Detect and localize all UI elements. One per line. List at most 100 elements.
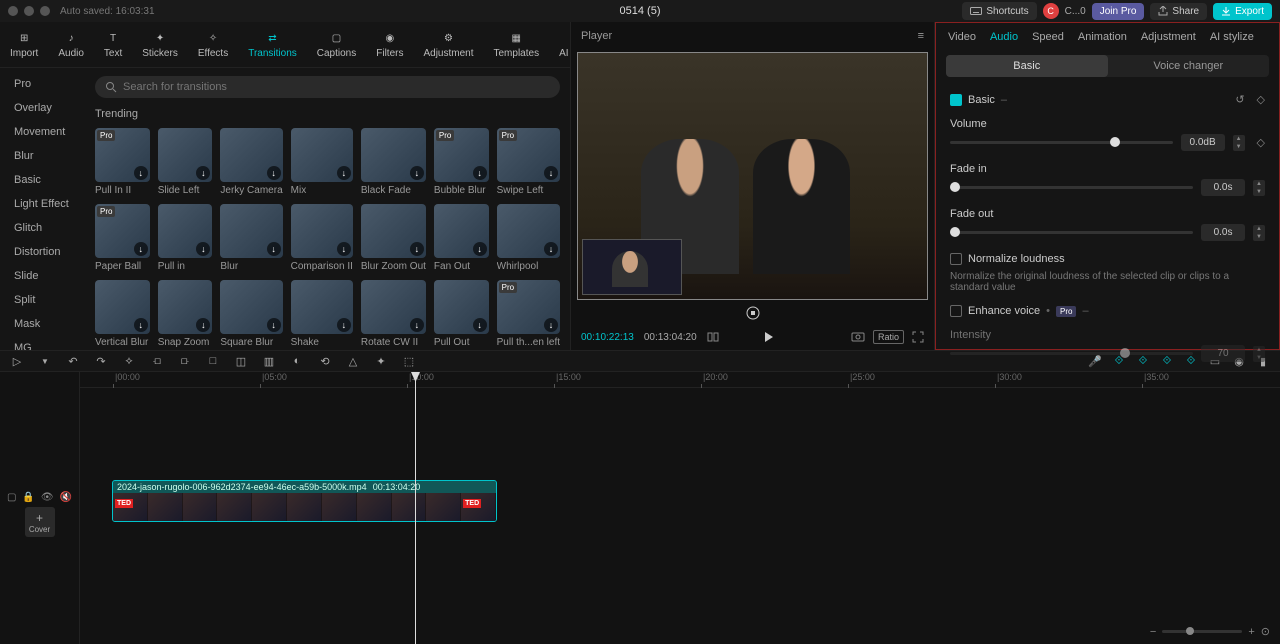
inspector-tab-animation[interactable]: Animation	[1078, 31, 1127, 43]
download-icon[interactable]: ↓	[267, 166, 281, 180]
fade-in-value[interactable]: 0.0s	[1201, 179, 1245, 196]
inspector-tab-adjustment[interactable]: Adjustment	[1141, 31, 1196, 43]
track-lock-icon[interactable]: 🔒	[22, 492, 34, 503]
download-icon[interactable]: ↓	[473, 242, 487, 256]
normalize-checkbox[interactable]	[950, 253, 962, 265]
share-button[interactable]: Share	[1150, 3, 1207, 20]
record-stop-icon[interactable]	[746, 306, 760, 320]
transition-comparison-ii[interactable]: ↓Comparison II	[291, 204, 353, 272]
download-icon[interactable]: ↓	[410, 242, 424, 256]
download-icon[interactable]: ↓	[544, 242, 558, 256]
fade-out-value[interactable]: 0.0s	[1201, 224, 1245, 241]
tab-audio[interactable]: ♪Audio	[48, 26, 94, 63]
download-icon[interactable]: ↓	[267, 242, 281, 256]
download-icon[interactable]: ↓	[337, 242, 351, 256]
download-icon[interactable]: ↓	[196, 318, 210, 332]
download-icon[interactable]: ↓	[134, 318, 148, 332]
crop-button[interactable]: ◫	[234, 355, 248, 368]
volume-keyframe-icon[interactable]: ◇	[1257, 136, 1265, 149]
download-icon[interactable]: ↓	[196, 166, 210, 180]
fade-out-slider[interactable]	[950, 231, 1193, 234]
delete-button[interactable]: □	[206, 355, 220, 367]
undo-button[interactable]: ↶	[66, 355, 80, 368]
transition-black-fade[interactable]: ↓Black Fade	[361, 128, 426, 196]
download-icon[interactable]: ↓	[337, 318, 351, 332]
crop-tool-button[interactable]: ⬚	[402, 355, 416, 368]
tab-text[interactable]: TText	[94, 26, 132, 63]
zoom-fit-icon[interactable]: ⊙	[1261, 625, 1270, 638]
subtab-voice-changer[interactable]: Voice changer	[1108, 55, 1270, 77]
download-icon[interactable]: ↓	[267, 318, 281, 332]
basic-checkbox[interactable]	[950, 94, 962, 106]
sidebar-item-split[interactable]: Split	[0, 288, 85, 312]
transition-snap-zoom[interactable]: ↓Snap Zoom	[158, 280, 213, 348]
traffic-close[interactable]	[8, 6, 18, 16]
avatar[interactable]: C	[1043, 3, 1059, 19]
inspector-tab-video[interactable]: Video	[948, 31, 976, 43]
inspector-tab-ai-stylize[interactable]: AI stylize	[1210, 31, 1254, 43]
traffic-max[interactable]	[40, 6, 50, 16]
freeze-button[interactable]: ✦	[374, 355, 388, 368]
download-icon[interactable]: ↓	[196, 242, 210, 256]
tab-transitions[interactable]: ⇄Transitions	[238, 26, 307, 63]
transition-blur-zoom-out[interactable]: ↓Blur Zoom Out	[361, 204, 426, 272]
download-icon[interactable]: ↓	[473, 318, 487, 332]
download-icon[interactable]: ↓	[134, 242, 148, 256]
sidebar-item-distortion[interactable]: Distortion	[0, 240, 85, 264]
download-icon[interactable]: ↓	[134, 166, 148, 180]
tab-import[interactable]: ⊞Import	[0, 26, 48, 63]
download-icon[interactable]: ↓	[544, 166, 558, 180]
transition-pull-th-en-left[interactable]: Pro↓Pull th...en left	[497, 280, 560, 348]
sidebar-item-mask[interactable]: Mask	[0, 312, 85, 336]
subtab-basic[interactable]: Basic	[946, 55, 1108, 77]
tab-stickers[interactable]: ✦Stickers	[132, 26, 188, 63]
track-mute-icon[interactable]: 🔇	[60, 492, 72, 503]
download-icon[interactable]: ↓	[410, 318, 424, 332]
download-icon[interactable]: ↓	[473, 166, 487, 180]
fullscreen-icon[interactable]	[912, 331, 924, 343]
search-input[interactable]	[123, 81, 550, 93]
reverse-button[interactable]: ⟲	[318, 355, 332, 368]
transition-blur[interactable]: ↓Blur	[220, 204, 282, 272]
volume-slider[interactable]	[950, 141, 1173, 144]
pointer-tool[interactable]: ▷	[10, 355, 24, 368]
shortcuts-button[interactable]: Shortcuts	[962, 2, 1036, 20]
transition-pull-in[interactable]: ↓Pull in	[158, 204, 213, 272]
redo-button[interactable]: ↷	[94, 355, 108, 368]
player-menu-icon[interactable]: ≡	[918, 30, 924, 42]
playhead[interactable]	[415, 372, 416, 644]
transition-bubble-blur[interactable]: Pro↓Bubble Blur	[434, 128, 489, 196]
track-eye-icon[interactable]: 👁	[41, 492, 54, 503]
zoom-slider[interactable]	[1162, 630, 1242, 633]
traffic-min[interactable]	[24, 6, 34, 16]
timeline-clip[interactable]: 2024-jason-rugolo-006-962d2374-ee94-46ec…	[112, 480, 497, 522]
transition-swipe-left[interactable]: Pro↓Swipe Left	[497, 128, 560, 196]
keyframe-icon[interactable]: ◇	[1257, 93, 1265, 106]
dropdown-icon[interactable]: ▼	[38, 357, 52, 366]
transition-vertical-blur[interactable]: ↓Vertical Blur	[95, 280, 150, 348]
export-button[interactable]: Export	[1213, 3, 1272, 20]
sidebar-item-pro[interactable]: Pro	[0, 72, 85, 96]
split-button[interactable]: ⟡	[122, 355, 136, 368]
zoom-in-icon[interactable]: +	[1248, 626, 1254, 638]
split-left-button[interactable]: ⟤	[150, 355, 164, 368]
transition-whirlpool[interactable]: ↓Whirlpool	[497, 204, 560, 272]
player-canvas[interactable]	[577, 52, 928, 300]
transition-pull-out[interactable]: ↓Pull Out	[434, 280, 489, 348]
tab-templates[interactable]: ▦Templates	[484, 26, 550, 63]
tab-captions[interactable]: ▢Captions	[307, 26, 366, 63]
transition-square-blur[interactable]: ↓Square Blur	[220, 280, 282, 348]
cover-button[interactable]: + Cover	[25, 507, 55, 537]
fade-in-stepper[interactable]: ▲▼	[1253, 180, 1265, 196]
download-icon[interactable]: ↓	[337, 166, 351, 180]
join-pro-button[interactable]: Join Pro	[1092, 3, 1145, 20]
download-icon[interactable]: ↓	[544, 318, 558, 332]
inspector-tab-audio[interactable]: Audio	[990, 31, 1018, 43]
sidebar-item-movement[interactable]: Movement	[0, 120, 85, 144]
track-toggle-a[interactable]: ▢	[7, 492, 16, 503]
ratio-button[interactable]: Ratio	[873, 330, 904, 344]
search-input-wrap[interactable]	[95, 76, 560, 98]
volume-value[interactable]: 0.0dB	[1181, 134, 1225, 151]
transition-pull-in-ii[interactable]: Pro↓Pull In II	[95, 128, 150, 196]
transition-paper-ball[interactable]: Pro↓Paper Ball	[95, 204, 150, 272]
